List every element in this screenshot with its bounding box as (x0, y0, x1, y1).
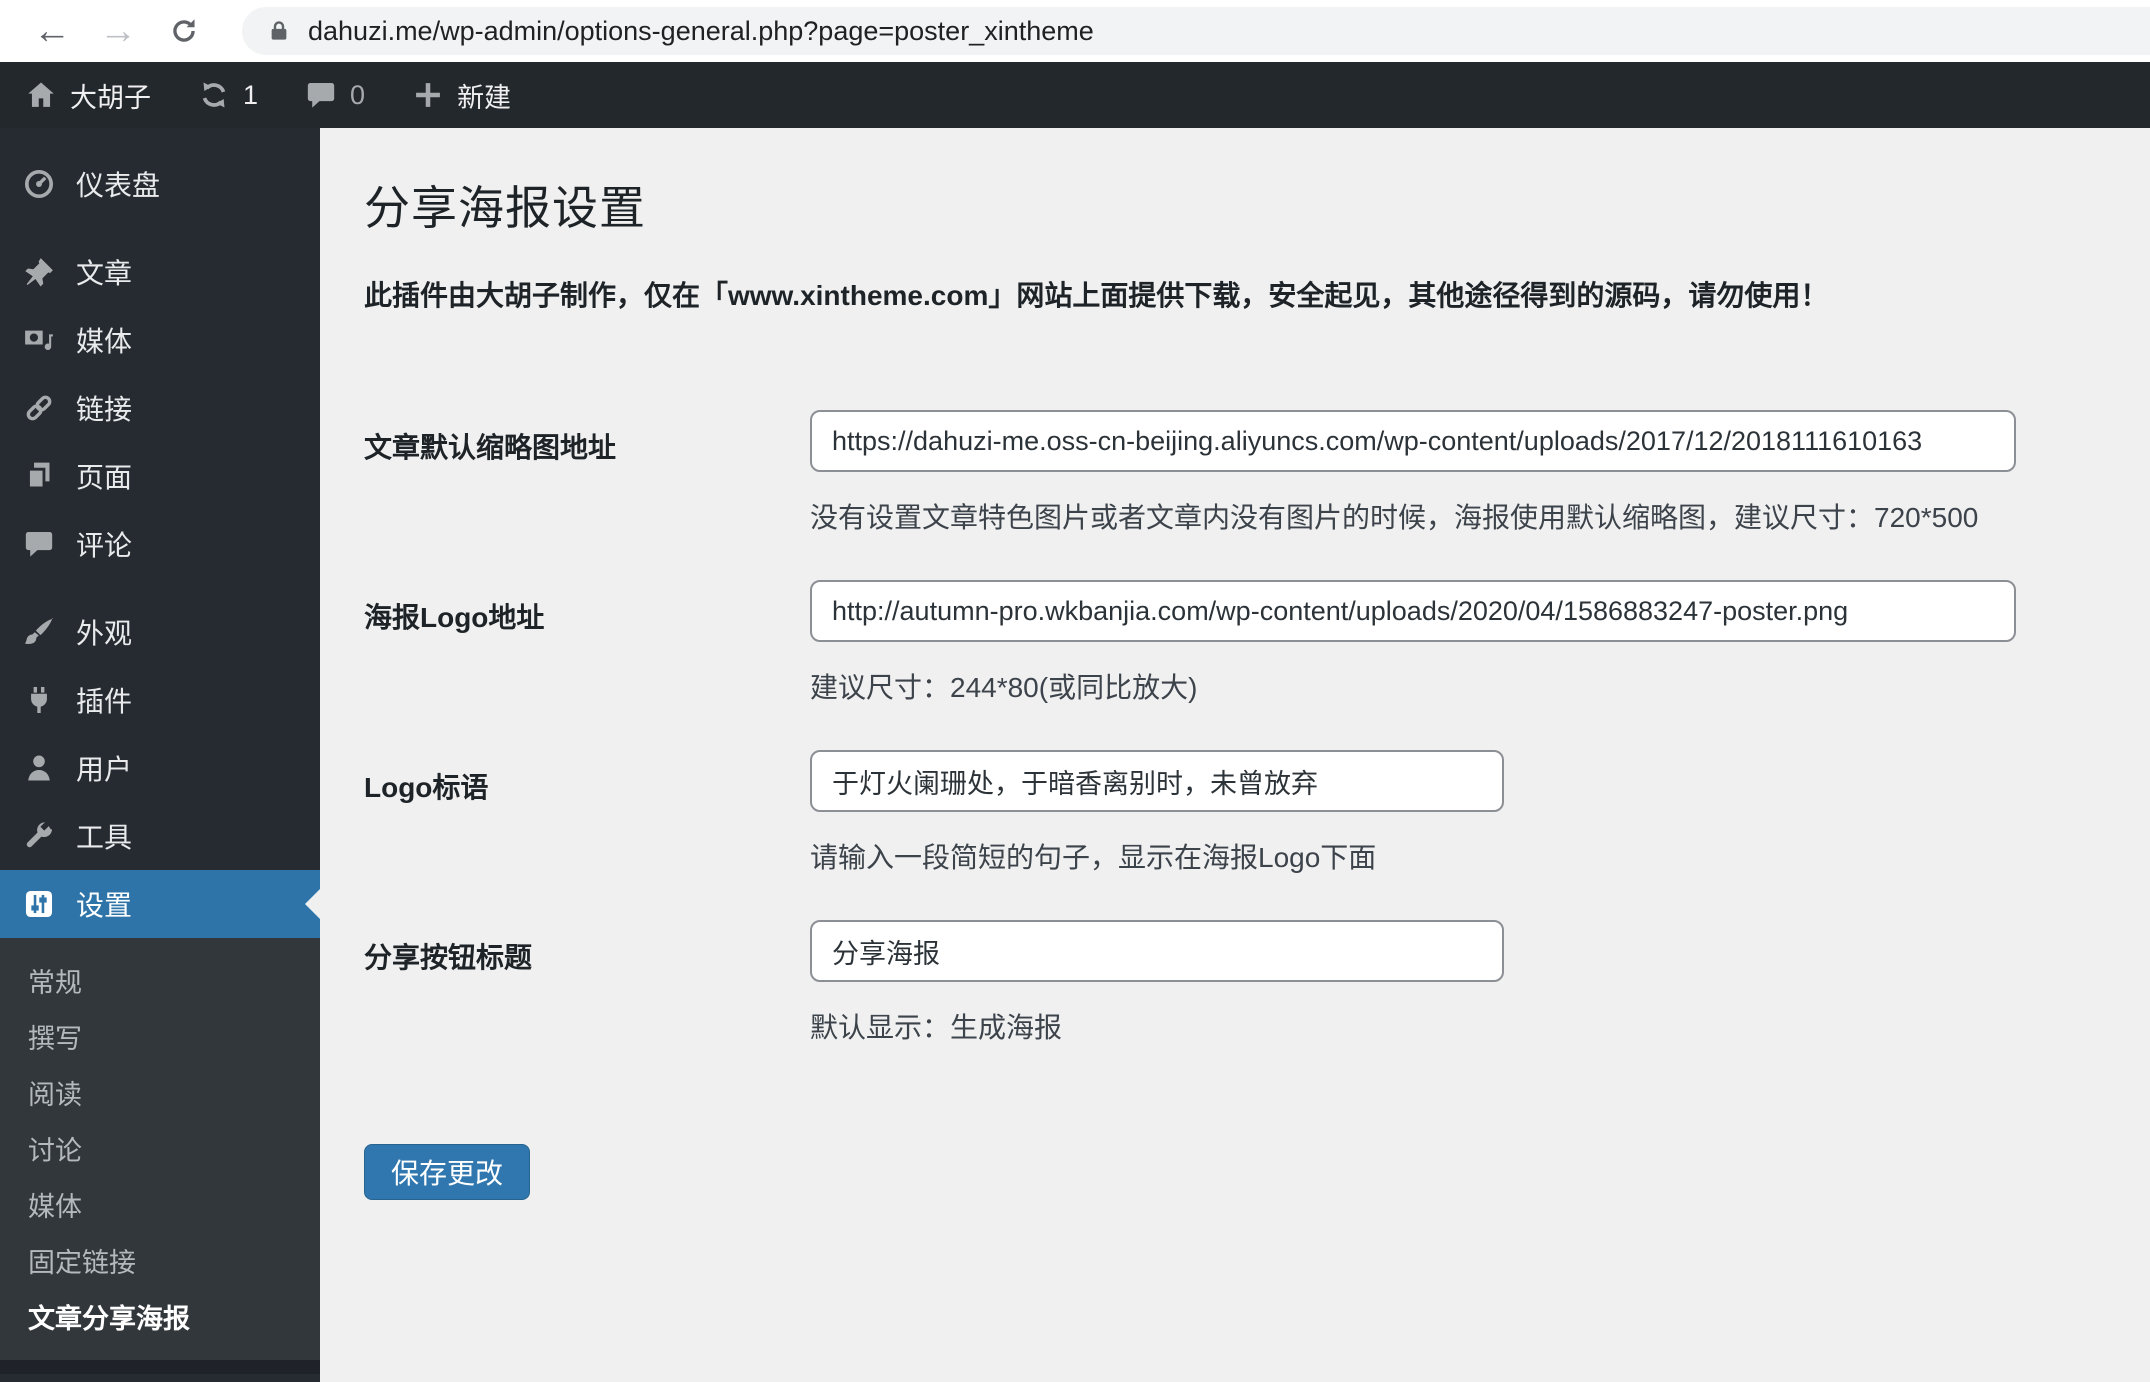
update-count: 1 (243, 79, 259, 110)
field-control: 建议尺寸：244*80(或同比放大) (810, 580, 2016, 706)
submenu-item-label: 阅读 (28, 1079, 82, 1110)
submenu-item-label: 媒体 (28, 1191, 82, 1222)
sidebar-item-label: 外观 (76, 618, 133, 649)
submenu-item-discussion[interactable]: 讨论 (0, 1120, 320, 1176)
admin-sidebar: 仪表盘 文章 媒体 链接 页面 评论 外观 插件 用户 工具 设置 常规 撰写 … (0, 128, 320, 1382)
submenu-item-general[interactable]: 常规 (0, 952, 320, 1008)
field-help: 请输入一段简短的句子，显示在海报Logo下面 (810, 842, 1377, 873)
plugin-notice: 此插件由大胡子制作，仅在「www.xintheme.com」网站上面提供下载，安… (364, 280, 1829, 311)
sidebar-item-label: 设置 (76, 890, 133, 921)
sidebar-item-users[interactable]: 用户 (0, 734, 320, 802)
share-button-title-input[interactable] (810, 920, 1504, 982)
sidebar-item-dashboard[interactable]: 仪表盘 (0, 150, 320, 218)
page-title: 分享海报设置 (364, 182, 646, 234)
sidebar-item-label: 评论 (76, 530, 133, 561)
field-label: 文章默认缩略图地址 (364, 432, 617, 463)
form-row-logo-url: 海报Logo地址 建议尺寸：244*80(或同比放大) (364, 580, 2110, 706)
browser-toolbar: ← → dahuzi.me/wp-admin/options-general.p… (0, 0, 2150, 62)
admin-menu: 仪表盘 文章 媒体 链接 页面 评论 外观 插件 用户 工具 设置 常规 撰写 … (0, 128, 320, 1360)
poster-settings-form: 文章默认缩略图地址 没有设置文章特色图片或者文章内没有图片的时候，海报使用默认缩… (364, 410, 2110, 1200)
field-label: 海报Logo地址 (364, 602, 545, 633)
pin-icon (25, 258, 53, 287)
comment-count: 0 (350, 79, 366, 110)
sidebar-item-comments[interactable]: 评论 (0, 510, 320, 578)
sidebar-item-label: 文章 (76, 258, 133, 289)
sidebar-item-pages[interactable]: 页面 (0, 442, 320, 510)
update-icon (202, 82, 226, 108)
admin-bar-comments[interactable]: 0 (304, 78, 365, 112)
submenu-item-reading[interactable]: 阅读 (0, 1064, 320, 1120)
pages-icon (27, 462, 50, 490)
submenu-item-label: 讨论 (28, 1135, 82, 1166)
sidebar-item-label: 仪表盘 (76, 170, 161, 201)
field-label: Logo标语 (364, 772, 489, 803)
field-control: 请输入一段简短的句子，显示在海报Logo下面 (810, 750, 1504, 876)
comment-icon (307, 82, 335, 108)
site-name: 大胡子 (70, 82, 151, 113)
address-bar[interactable]: dahuzi.me/wp-admin/options-general.php?p… (242, 7, 2150, 55)
field-help: 没有设置文章特色图片或者文章内没有图片的时候，海报使用默认缩略图，建议尺寸：72… (810, 502, 1979, 533)
sidebar-item-posts[interactable]: 文章 (0, 238, 320, 306)
new-label: 新建 (457, 82, 512, 113)
field-help: 默认显示：生成海报 (810, 1012, 1063, 1043)
submenu-item-poster[interactable]: 文章分享海报 (0, 1288, 320, 1344)
thumbnail-url-input[interactable] (810, 410, 2016, 472)
submenu-item-media[interactable]: 媒体 (0, 1176, 320, 1232)
media-icon (25, 330, 53, 350)
plus-icon (416, 83, 440, 107)
settings-submenu: 常规 撰写 阅读 讨论 媒体 固定链接 文章分享海报 (0, 938, 320, 1360)
form-row-share-button-title: 分享按钮标题 默认显示：生成海报 (364, 920, 2110, 1046)
plugin-icon (31, 686, 47, 714)
sidebar-item-appearance[interactable]: 外观 (0, 598, 320, 666)
sidebar-item-label: 用户 (76, 754, 133, 785)
logo-slogan-input[interactable] (810, 750, 1504, 812)
wp-admin-bar: 大胡子 1 0 新建 (0, 62, 2150, 128)
logo-url-input[interactable] (810, 580, 2016, 642)
field-control: 没有设置文章特色图片或者文章内没有图片的时候，海报使用默认缩略图，建议尺寸：72… (810, 410, 2016, 536)
lock-icon (271, 21, 287, 40)
submenu-item-label: 固定链接 (28, 1247, 136, 1278)
sidebar-item-label: 插件 (76, 686, 133, 717)
forward-button[interactable]: → (96, 9, 140, 53)
reload-icon (173, 19, 195, 42)
wrench-icon (26, 822, 53, 848)
submenu-item-label: 常规 (28, 967, 82, 998)
brush-icon (24, 617, 54, 644)
submenu-item-permalinks[interactable]: 固定链接 (0, 1232, 320, 1288)
sidebar-item-label: 链接 (76, 394, 133, 425)
sidebar-item-plugins[interactable]: 插件 (0, 666, 320, 734)
form-row-logo-slogan: Logo标语 请输入一段简短的句子，显示在海报Logo下面 (364, 750, 2110, 876)
sidebar-item-tools[interactable]: 工具 (0, 802, 320, 870)
sidebar-item-settings[interactable]: 设置 (0, 870, 320, 938)
field-label: 分享按钮标题 (364, 942, 533, 973)
comment-icon (25, 531, 53, 557)
admin-bar-new[interactable]: 新建 (411, 76, 511, 115)
submenu-item-label: 文章分享海报 (28, 1303, 190, 1334)
sidebar-item-media[interactable]: 媒体 (0, 306, 320, 374)
settings-icon (25, 890, 53, 918)
submenu-item-label: 撰写 (28, 1023, 82, 1054)
sidebar-item-label: 工具 (76, 822, 133, 853)
user-icon (28, 755, 50, 781)
settings-page: 分享海报设置 此插件由大胡子制作，仅在「www.xintheme.com」网站上… (320, 128, 2150, 1382)
back-icon: ← (33, 9, 71, 52)
reload-button[interactable] (162, 9, 206, 53)
sidebar-bottom-strip (0, 1360, 320, 1382)
forward-icon: → (99, 9, 137, 52)
admin-bar-updates[interactable]: 1 (197, 78, 258, 112)
sidebar-item-label: 页面 (76, 462, 133, 493)
dashboard-icon (24, 169, 54, 199)
field-control: 默认显示：生成海报 (810, 920, 1504, 1046)
url-text: dahuzi.me/wp-admin/options-general.php?p… (308, 15, 1094, 46)
sidebar-item-label: 媒体 (76, 326, 133, 357)
admin-bar-site-menu[interactable]: 大胡子 (24, 76, 151, 115)
submenu-item-writing[interactable]: 撰写 (0, 1008, 320, 1064)
home-icon (28, 82, 54, 107)
field-help: 建议尺寸：244*80(或同比放大) (810, 672, 1198, 703)
back-button[interactable]: ← (30, 9, 74, 53)
sidebar-item-links[interactable]: 链接 (0, 374, 320, 442)
link-icon (26, 395, 52, 421)
save-changes-button[interactable]: 保存更改 (364, 1144, 531, 1200)
form-row-thumbnail-url: 文章默认缩略图地址 没有设置文章特色图片或者文章内没有图片的时候，海报使用默认缩… (364, 410, 2110, 536)
